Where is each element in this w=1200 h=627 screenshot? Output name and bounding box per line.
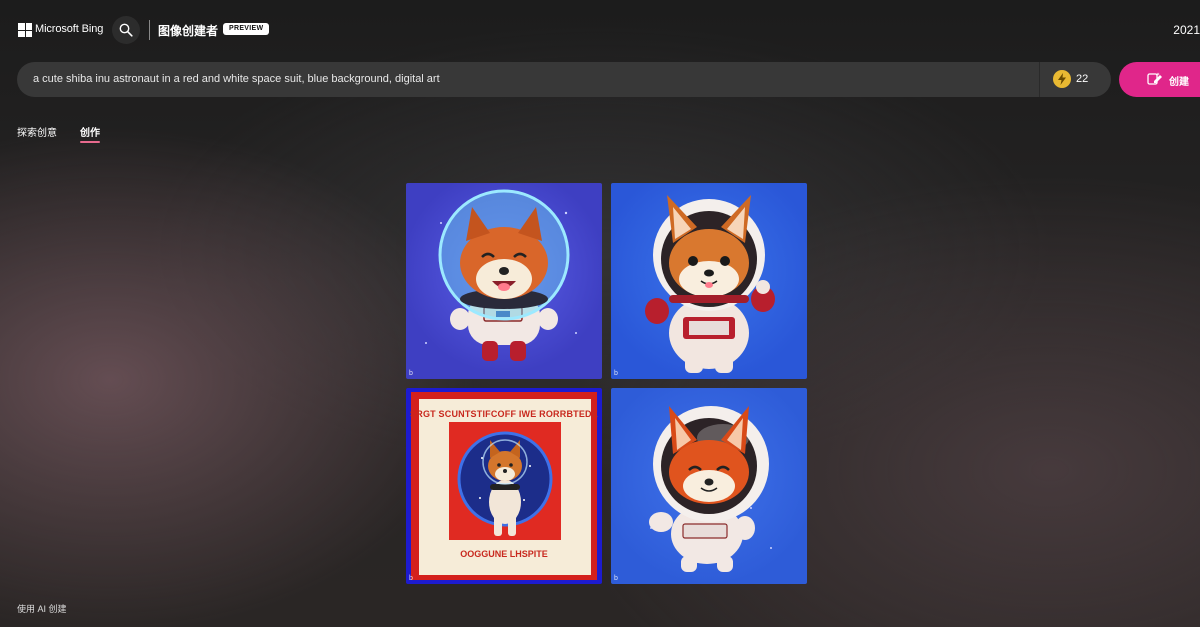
bing-mark: b: [614, 370, 618, 377]
prompt-divider: [1039, 62, 1040, 97]
generated-image-3[interactable]: SRGT SCUNTSTIFCOFF IWE RORRBTEDE OOGGUNE…: [406, 388, 602, 584]
bing-mark: b: [614, 575, 618, 582]
poster-title: SRGT SCUNTSTIFCOFF IWE RORRBTEDE: [410, 409, 598, 419]
microsoft-logo-icon[interactable]: [18, 23, 32, 37]
header-divider: [149, 20, 150, 40]
search-button[interactable]: [112, 16, 140, 44]
tab-explore[interactable]: 探索创意: [17, 124, 57, 139]
create-icon: [1147, 72, 1162, 85]
tab-create[interactable]: 创作: [80, 124, 100, 139]
bing-mark: b: [409, 575, 413, 582]
product-title[interactable]: 图像创建者: [158, 22, 218, 39]
year-text: 2021: [1173, 23, 1200, 37]
prompt-input[interactable]: a cute shiba inu astronaut in a red and …: [17, 62, 1111, 97]
header: Microsoft Bing 图像创建者 PREVIEW 2021: [0, 0, 1200, 60]
create-button-label: 创建: [1169, 77, 1189, 88]
generated-image-2[interactable]: b: [611, 183, 807, 379]
brand-name[interactable]: Microsoft Bing: [35, 23, 103, 35]
shiba-astronaut-image: [649, 406, 772, 572]
generated-image-1[interactable]: b: [406, 183, 602, 379]
footer-note: 使用 AI 创建: [17, 604, 67, 614]
poster-footer: OOGGUNE LHSPITE: [460, 549, 548, 559]
shiba-astronaut-image: [425, 189, 577, 361]
create-button[interactable]: 创建: [1119, 62, 1200, 97]
shiba-astronaut-image: [645, 195, 775, 373]
boost-count: 22: [1076, 73, 1089, 85]
prompt-text[interactable]: a cute shiba inu astronaut in a red and …: [33, 73, 440, 85]
boost-icon[interactable]: [1053, 70, 1071, 88]
bing-mark: b: [409, 370, 413, 377]
generated-image-4[interactable]: b: [611, 388, 807, 584]
search-icon: [119, 23, 133, 37]
preview-badge: PREVIEW: [223, 23, 270, 35]
active-tab-indicator: [80, 141, 100, 143]
